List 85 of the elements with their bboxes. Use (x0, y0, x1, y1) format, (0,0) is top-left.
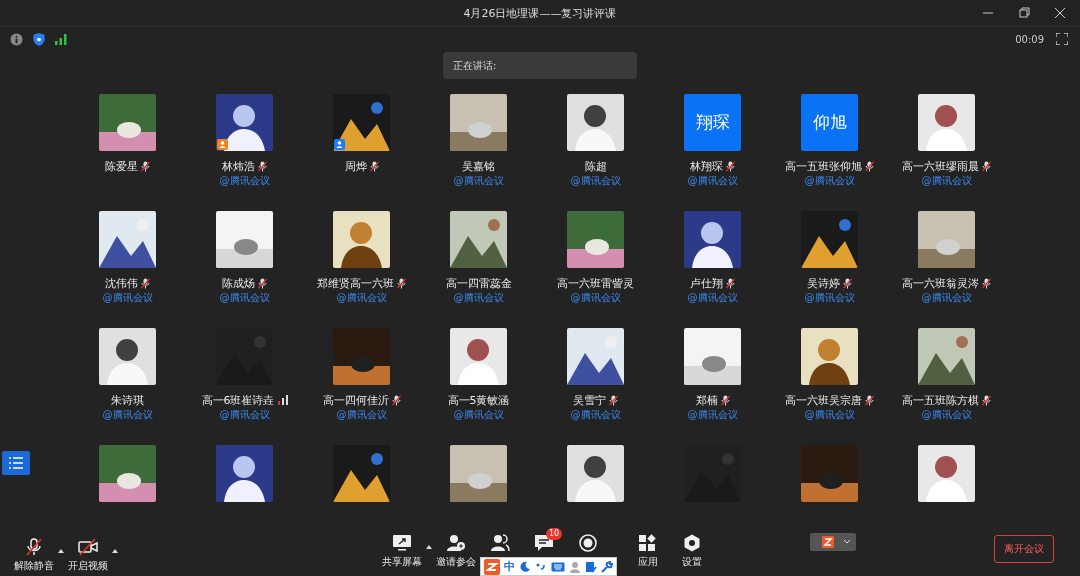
meeting-app-tag: @腾讯会议 (453, 174, 504, 188)
text-avatar: 仰旭 (801, 94, 858, 151)
meeting-app-tag: @腾讯会议 (219, 408, 270, 422)
signal-icon[interactable] (55, 33, 67, 45)
meeting-app-tag: @腾讯会议 (453, 408, 504, 422)
start-video-button[interactable]: 开启视频 (66, 532, 110, 573)
people-icon (490, 534, 510, 552)
meeting-app-tag: @腾讯会议 (921, 291, 972, 305)
meeting-app-tag: @腾讯会议 (570, 408, 621, 422)
settings-button[interactable]: 设置 (670, 528, 714, 569)
record-icon (578, 534, 598, 552)
participant-name: 高一四雷蕊金 (445, 275, 512, 291)
caret-icon[interactable] (426, 545, 432, 549)
shield-icon[interactable] (33, 32, 45, 46)
participant-name: 吴诗婷 (807, 275, 840, 291)
meeting-app-tag: @腾讯会议 (687, 291, 738, 305)
participant-name: 高一5黄敏涵 (447, 392, 510, 408)
meeting-app-tag: @腾讯会议 (687, 174, 738, 188)
participant-name: 林翔琛 (690, 158, 723, 174)
settings-icon (682, 534, 702, 552)
chat-button[interactable]: 10 (522, 528, 566, 552)
wrench-icon[interactable] (601, 560, 613, 573)
restore-icon[interactable] (1018, 7, 1030, 19)
invite-button[interactable]: 邀请参会 (434, 528, 478, 569)
keyboard-icon[interactable] (551, 560, 565, 573)
caret-icon[interactable] (112, 549, 118, 553)
close-icon[interactable] (1054, 7, 1066, 19)
meeting-app-tag: @腾讯会议 (219, 174, 270, 188)
participant-name: 吴雪宁 (573, 392, 606, 408)
video-off-icon (78, 538, 98, 556)
meeting-timer: 00:09 (1015, 33, 1044, 45)
participant-name: 郑楠 (695, 392, 718, 408)
participant-name: 高一六班雷訾灵 (557, 275, 634, 291)
window-title: 4月26日地理课——复习讲评课 (463, 5, 617, 21)
meeting-app-tag: @腾讯会议 (219, 291, 270, 305)
speaking-label: 正在讲话: (453, 58, 497, 73)
participant-name: 郑维贤高一六班 (317, 275, 394, 291)
meeting-app-tag: @腾讯会议 (570, 291, 621, 305)
meeting-app-tag: @腾讯会议 (336, 291, 387, 305)
fullscreen-icon[interactable] (1056, 33, 1068, 45)
meeting-app-tag: @腾讯会议 (453, 291, 504, 305)
meeting-app-tag: @腾讯会议 (687, 408, 738, 422)
text-avatar: 翔琛 (684, 94, 741, 151)
meeting-app-tag: @腾讯会议 (921, 174, 972, 188)
meeting-app-tag: @腾讯会议 (336, 408, 387, 422)
participant-name: 高一六班吴宗唐 (785, 392, 862, 408)
muted-mic-icon (24, 538, 44, 556)
layout-switch-icon[interactable] (810, 533, 856, 551)
participant-name: 陈超 (584, 158, 607, 174)
participant-name: 高一五班张仰旭 (785, 158, 862, 174)
participant-name: 高一四何佳沂 (322, 392, 389, 408)
caret-icon[interactable] (58, 549, 64, 553)
meeting-app-tag: @腾讯会议 (804, 408, 855, 422)
participant-name: 吴嘉铭 (462, 158, 495, 174)
share-screen-button[interactable]: 共享屏幕 (380, 528, 424, 569)
participant-name: 高一六班缪雨晨 (902, 158, 979, 174)
participant-name: 高一六班翁灵涔 (902, 275, 979, 291)
meeting-app-tag: @腾讯会议 (102, 291, 153, 305)
list-icon (9, 457, 23, 469)
list-view-button[interactable] (2, 451, 30, 475)
ime-mode-toggle[interactable]: 中 (504, 559, 515, 574)
meeting-app-tag: @腾讯会议 (570, 174, 621, 188)
leave-meeting-button[interactable]: 离开会议 (994, 535, 1054, 563)
add-person-icon (446, 534, 466, 552)
apps-icon (638, 534, 658, 552)
chat-icon (534, 534, 554, 552)
unread-badge: 10 (546, 528, 563, 540)
participant-name: 陈爱星 (105, 158, 138, 174)
meeting-app-tag: @腾讯会议 (921, 408, 972, 422)
meeting-app-tag: @腾讯会议 (804, 174, 855, 188)
unmute-button[interactable]: 解除静音 (12, 532, 56, 573)
info-icon[interactable] (10, 32, 23, 46)
apps-button[interactable]: 应用 (626, 528, 670, 569)
participant-name: 卢仕翔 (690, 275, 723, 291)
meeting-app-tag: @腾讯会议 (804, 291, 855, 305)
participant-name: 沈伟伟 (105, 275, 138, 291)
screen-share-icon (392, 534, 412, 552)
participant-name: 林炜浩 (222, 158, 255, 174)
meeting-app-tag: @腾讯会议 (102, 408, 153, 422)
moon-icon[interactable] (519, 560, 531, 573)
participant-name: 陈成炀 (222, 275, 255, 291)
participant-name: 高一6班崔诗垚 (201, 392, 275, 408)
participant-name: 高一五班陈方棋 (902, 392, 979, 408)
participant-name: 周烨 (344, 158, 367, 174)
participant-name: 朱诗琪 (111, 392, 144, 408)
